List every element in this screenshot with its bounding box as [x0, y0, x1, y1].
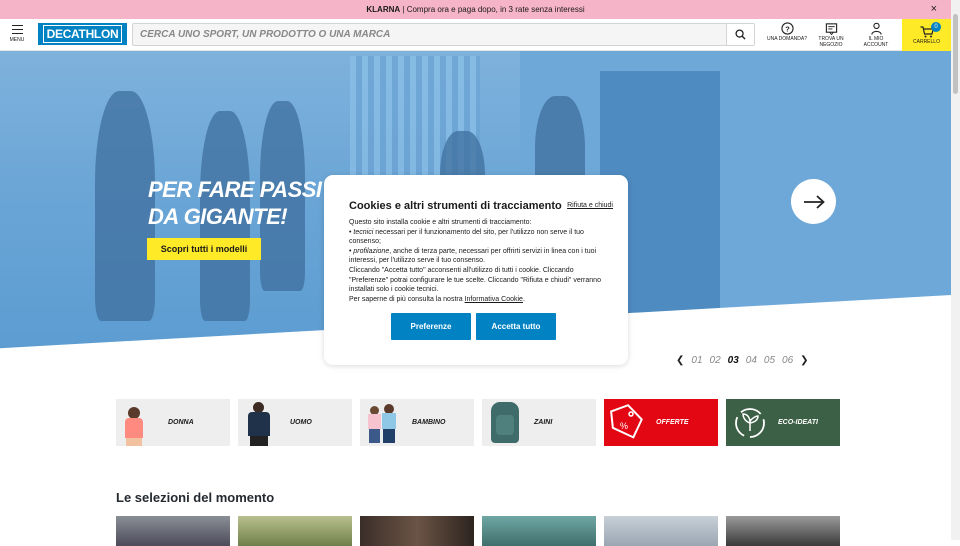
hamburger-icon [11, 25, 23, 34]
category-image [116, 399, 160, 446]
preferences-button[interactable]: Preferenze [391, 313, 471, 340]
reject-and-close-link[interactable]: Rifiuta e chiudi [567, 202, 613, 209]
category-zaini[interactable]: ZAINI [482, 399, 596, 446]
scrollbar-thumb[interactable] [953, 14, 958, 94]
category-image [360, 399, 404, 446]
selection-tile[interactable] [482, 516, 596, 546]
page-dot[interactable]: 02 [710, 355, 721, 366]
backpack-image [482, 399, 526, 446]
hero-person-figure [95, 91, 155, 321]
chevron-right-icon[interactable]: ❯ [800, 355, 808, 366]
user-icon [870, 22, 882, 35]
hero-cta-button[interactable]: Scopri tutti i modelli [147, 238, 261, 260]
category-label: UOMO [290, 419, 312, 426]
cart-button[interactable]: 0 CARRELLO [902, 19, 951, 51]
page-dot[interactable]: 06 [782, 355, 793, 366]
selection-tiles [116, 516, 840, 546]
cookie-consent-dialog: Cookies e altri strumenti di tracciament… [324, 175, 628, 365]
cookie-intro: Questo sito installa cookie e altri stru… [349, 219, 532, 226]
cookie-bullet-profiling: • profilazione, anche di terza parte, ne… [349, 247, 597, 265]
promo-text: | Compra ora e paga dopo, in 3 rate senz… [402, 5, 585, 14]
hero-pagination: ❮ 01 02 03 04 05 06 ❯ [676, 355, 809, 366]
svg-text:?: ? [785, 24, 790, 33]
page-dot[interactable]: 01 [691, 355, 702, 366]
category-bambino[interactable]: BAMBINO [360, 399, 474, 446]
category-offerte[interactable]: % OFFERTE [604, 399, 718, 446]
search-button[interactable] [726, 24, 754, 45]
question-icon: ? [780, 22, 794, 35]
promo-brand: KLARNA [366, 5, 401, 14]
page-scrollbar[interactable] [951, 0, 960, 540]
category-row: DONNA UOMO BAMBINO ZAINI % OFFERTE ECO-I… [116, 399, 840, 446]
search-bar [132, 23, 755, 46]
cart-label: CARRELLO [913, 39, 940, 45]
price-tag-icon: % [604, 399, 648, 446]
category-image [238, 399, 282, 446]
category-label: ZAINI [534, 419, 553, 426]
account-button[interactable]: IL MIO ACCOUNT [854, 22, 898, 48]
store-label-2: NEGOZIO [819, 41, 843, 48]
svg-text:%: % [620, 421, 628, 431]
search-icon [735, 29, 746, 40]
arrow-right-icon [803, 194, 825, 209]
category-uomo[interactable]: UOMO [238, 399, 352, 446]
cart-count-badge: 0 [931, 22, 941, 32]
cookie-policy-link[interactable]: Informativa Cookie [465, 296, 523, 303]
selection-tile[interactable] [726, 516, 840, 546]
section-title: Le selezioni del momento [116, 490, 275, 505]
page-dot[interactable]: 05 [764, 355, 775, 366]
selection-tile[interactable] [604, 516, 718, 546]
cookie-policy-line: Per saperne di più consulta la nostra In… [349, 295, 525, 303]
selection-tile[interactable] [116, 516, 230, 546]
help-button[interactable]: ? UNA DOMANDA? [765, 22, 809, 43]
menu-button[interactable]: MENU [6, 23, 28, 43]
search-input[interactable] [133, 24, 726, 45]
promo-banner[interactable]: KLARNA | Compra ora e paga dopo, in 3 ra… [0, 0, 951, 19]
category-label: OFFERTE [656, 419, 689, 426]
site-header: MENU DECATHLON ? UNA DOMANDA? TROVA UN N… [0, 19, 951, 51]
category-label: DONNA [168, 419, 194, 426]
store-map-icon [825, 23, 837, 35]
chevron-left-icon[interactable]: ❮ [676, 355, 684, 366]
decathlon-logo[interactable]: DECATHLON [38, 23, 127, 45]
close-icon[interactable]: × [931, 0, 937, 19]
page-dot[interactable]: 04 [746, 355, 757, 366]
category-label: ECO-IDEATI [778, 419, 818, 426]
category-label: BAMBINO [412, 419, 446, 426]
cookie-dialog-body: Questo sito installa cookie e altri stru… [349, 218, 607, 304]
hero-title-line2: DA GIGANTE! [148, 204, 288, 229]
hero-title-line1: PER FARE PASSI [148, 177, 322, 202]
help-label: UNA DOMANDA? [766, 36, 807, 42]
store-locator-button[interactable]: TROVA UN NEGOZIO [809, 22, 853, 48]
accept-all-button[interactable]: Accetta tutto [476, 313, 556, 340]
selection-tile[interactable] [238, 516, 352, 546]
account-label-2: ACCOUNT [863, 41, 889, 48]
hero-title: PER FARE PASSI DA GIGANTE! [148, 176, 322, 230]
category-donna[interactable]: DONNA [116, 399, 230, 446]
cookie-choices-text: Cliccando "Accetta tutto" acconsenti all… [349, 266, 601, 294]
cookie-bullet-technical: • tecnici necessari per il funzionamento… [349, 228, 584, 246]
eco-leaf-icon [726, 399, 770, 446]
cookie-dialog-title: Cookies e altri strumenti di tracciament… [349, 200, 562, 212]
hero-next-button[interactable] [791, 179, 836, 224]
menu-label: MENU [9, 37, 25, 43]
page-dot-active[interactable]: 03 [728, 355, 739, 366]
selection-tile[interactable] [360, 516, 474, 546]
category-eco-ideati[interactable]: ECO-IDEATI [726, 399, 840, 446]
